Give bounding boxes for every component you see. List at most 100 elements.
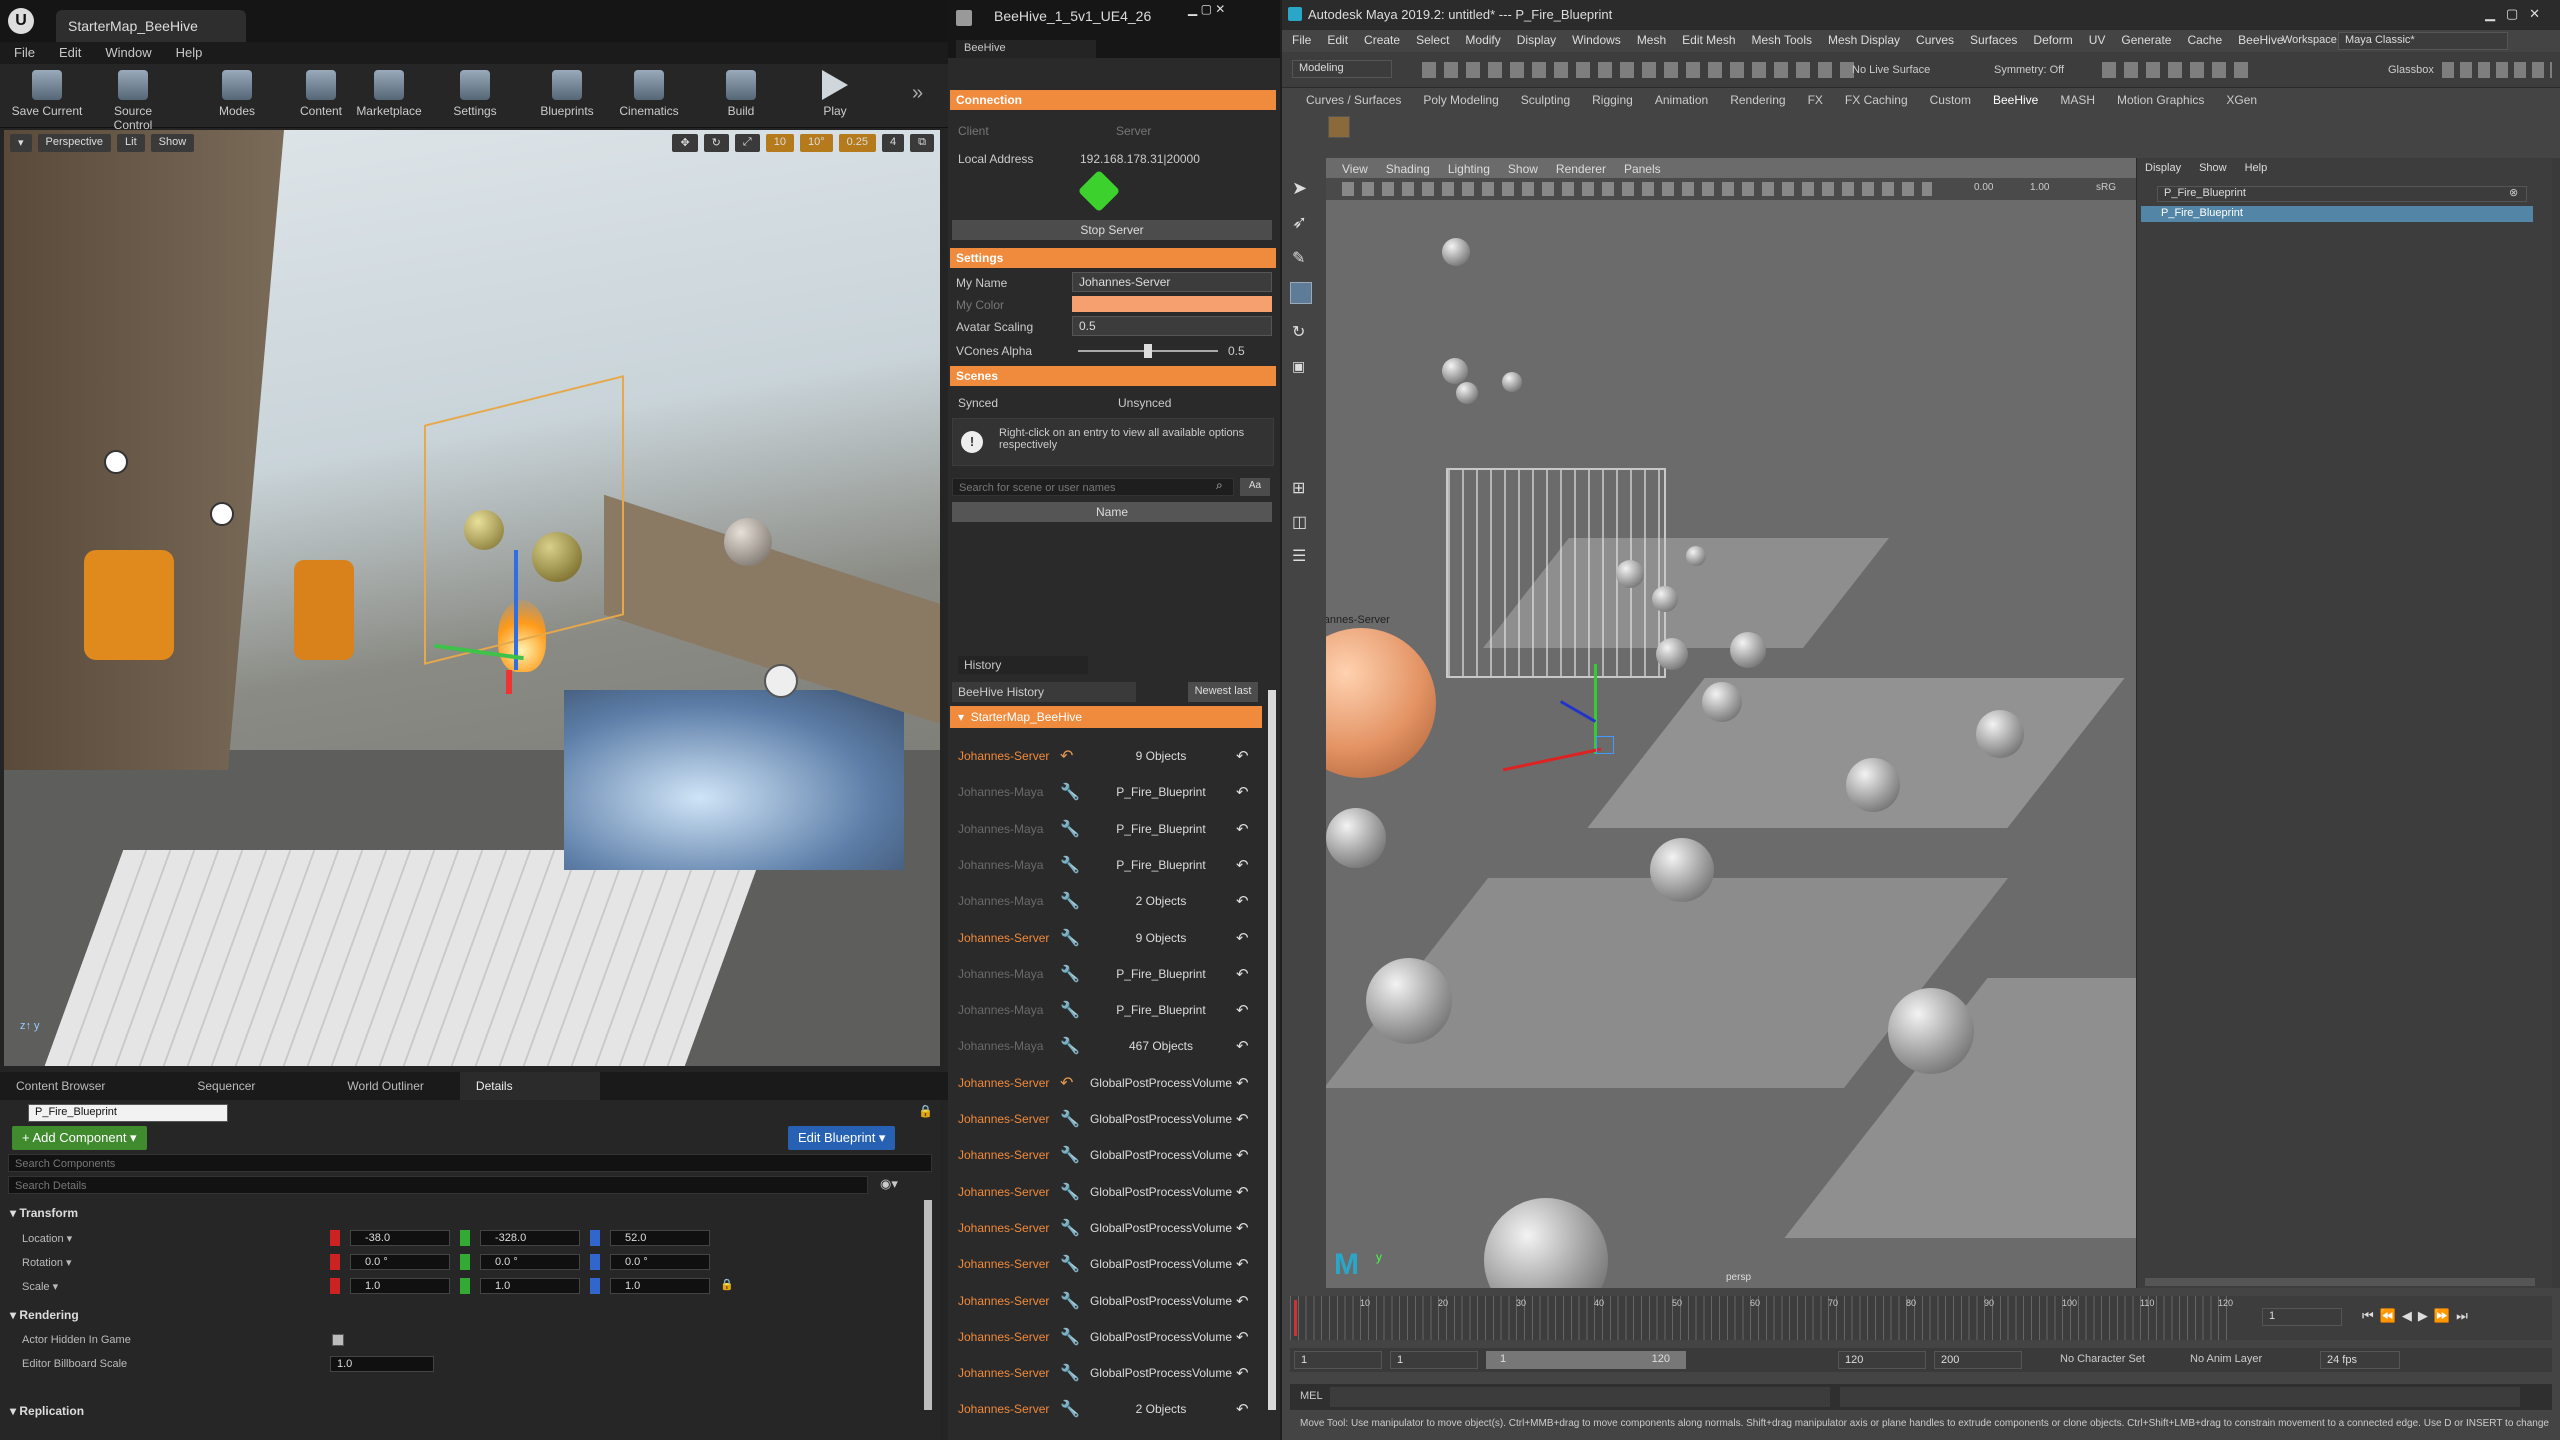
undo-icon[interactable]: ↶ [1236, 1183, 1260, 1201]
live-surface-field[interactable]: No Live Surface [1852, 64, 1930, 76]
range-end-field[interactable]: 120 [1838, 1351, 1926, 1369]
viewport-menu-item[interactable]: Shading [1386, 162, 1430, 176]
content-button[interactable]: Content [282, 64, 360, 128]
shelf-tab[interactable]: FX [1808, 93, 1823, 109]
history-row[interactable]: Johannes-Server 🔧 GlobalPostProcessVolume ↶ [950, 1101, 1260, 1137]
scale-x[interactable]: 1.0 [350, 1278, 450, 1294]
range-bar[interactable]: 1 120 [1486, 1351, 1686, 1369]
toolbar-overflow-icon[interactable]: » [912, 82, 923, 105]
history-scrollbar[interactable] [1268, 690, 1276, 1410]
history-row[interactable]: Johannes-Server 🔧 GlobalPostProcessVolume ↶ [950, 1355, 1260, 1391]
history-row[interactable]: Johannes-Server 🔧 GlobalPostProcessVolume ↶ [950, 1174, 1260, 1210]
lit-button[interactable]: Lit [117, 134, 145, 152]
maya-menu-item[interactable]: Mesh Display [1828, 33, 1900, 49]
unsynced-tab[interactable]: Unsynced [1118, 396, 1171, 410]
shelf-tab[interactable]: Rigging [1592, 93, 1633, 109]
layout-outliner-icon[interactable]: ☰ [1292, 546, 1306, 566]
search-details-input[interactable]: Search Details [8, 1176, 868, 1194]
vcones-alpha-slider[interactable] [1078, 344, 1218, 358]
status-tools-strip[interactable] [1422, 62, 1862, 78]
connection-header[interactable]: Connection [950, 90, 1276, 110]
shelf-tab[interactable]: Rendering [1730, 93, 1785, 109]
undo-icon[interactable]: ↶ [1236, 929, 1260, 947]
shelf-tab[interactable]: XGen [2226, 93, 2257, 109]
undo-icon[interactable]: ↶ [1236, 1110, 1260, 1128]
ue-menu-help[interactable]: Help [176, 45, 203, 61]
actor-hidden-checkbox[interactable] [332, 1334, 344, 1346]
maya-menu-item[interactable]: BeeHive [2238, 33, 2283, 49]
history-row[interactable]: Johannes-Server ↶ 9 Objects ↶ [950, 738, 1260, 774]
outliner-hscroll[interactable] [2145, 1278, 2535, 1286]
outliner-item-row[interactable]: P_Fire_Blueprint [2141, 206, 2533, 222]
shelf-tab[interactable]: Sculpting [1521, 93, 1570, 109]
undo-icon[interactable]: ↶ [1236, 783, 1260, 801]
undo-icon[interactable]: ↶ [1236, 1255, 1260, 1273]
rotate-mode-icon[interactable]: ↻ [703, 134, 729, 152]
fps-dropdown[interactable]: 24 fps [2320, 1351, 2400, 1369]
outliner-search-input[interactable]: P_Fire_Blueprint [2157, 186, 2527, 202]
match-case-button[interactable]: Aa [1240, 478, 1270, 496]
tab-details[interactable]: Details [459, 1072, 600, 1100]
my-name-input[interactable]: Johannes-Server [1072, 272, 1272, 292]
beehive-panel-tab[interactable]: BeeHive [956, 40, 1096, 58]
move-tool-icon[interactable] [1290, 282, 1312, 304]
undo-icon[interactable]: ↶ [1236, 1292, 1260, 1310]
history-row[interactable]: Johannes-Maya 🔧 P_Fire_Blueprint ↶ [950, 992, 1260, 1028]
outliner-clear-icon[interactable]: ⊗ [2509, 186, 2518, 199]
shelf-tab[interactable]: BeeHive [1993, 93, 2038, 109]
lock-icon[interactable]: 🔒 [918, 1104, 933, 1118]
newest-last-dropdown[interactable]: Newest last [1188, 682, 1258, 702]
camera-speed-value[interactable]: 4 [882, 134, 905, 152]
window-controls[interactable]: ▁ ▢ ✕ [1188, 2, 1225, 16]
translate-mode-icon[interactable]: ✥ [672, 134, 698, 152]
undo-icon[interactable]: ↶ [1236, 892, 1260, 910]
character-set-dropdown[interactable]: No Character Set [2060, 1353, 2145, 1365]
undo-icon[interactable]: ↶ [1236, 1146, 1260, 1164]
anim-layer-dropdown[interactable]: No Anim Layer [2190, 1353, 2262, 1365]
history-row[interactable]: Johannes-Maya 🔧 P_Fire_Blueprint ↶ [950, 956, 1260, 992]
shelf-tab[interactable]: Animation [1655, 93, 1708, 109]
panel-layout-strip[interactable] [2442, 62, 2552, 78]
glassbox-button[interactable]: Glassbox [2388, 64, 2434, 76]
vcones-alpha-handle[interactable] [1144, 344, 1152, 358]
maya-menu-item[interactable]: Generate [2121, 33, 2171, 49]
billboard-scale-field[interactable]: 1.0 [330, 1356, 434, 1372]
tab-sequencer[interactable]: Sequencer [181, 1072, 271, 1100]
history-row[interactable]: Johannes-Maya 🔧 P_Fire_Blueprint ↶ [950, 847, 1260, 883]
range-start-field[interactable]: 1 [1294, 1351, 1382, 1369]
settings-button[interactable]: Settings [436, 64, 514, 128]
marketplace-button[interactable]: Marketplace [350, 64, 428, 128]
client-label[interactable]: Client [958, 124, 989, 138]
range-inner-start-field[interactable]: 1 [1390, 1351, 1478, 1369]
ue-menu-file[interactable]: File [14, 45, 35, 61]
history-row[interactable]: Johannes-Maya 🔧 P_Fire_Blueprint ↶ [950, 811, 1260, 847]
play-button[interactable]: Play [796, 64, 874, 128]
color-space-value[interactable]: sRG [2096, 182, 2116, 193]
undo-icon[interactable]: ↶ [1236, 1364, 1260, 1382]
maya-menu-item[interactable]: Modify [1465, 33, 1500, 49]
rotation-y[interactable]: 0.0 ° [480, 1254, 580, 1270]
undo-icon[interactable]: ↶ [1236, 1037, 1260, 1055]
menu-set-dropdown[interactable]: Modeling [1292, 60, 1392, 78]
rotation-x[interactable]: 0.0 ° [350, 1254, 450, 1270]
undo-icon[interactable]: ↶ [1236, 1328, 1260, 1346]
ue-menu-window[interactable]: Window [105, 45, 151, 61]
ue-map-tab[interactable]: StarterMap_BeeHive [56, 10, 246, 42]
maya-menu-item[interactable]: File [1292, 33, 1311, 49]
location-y[interactable]: -328.0 [480, 1230, 580, 1246]
synced-tab[interactable]: Synced [958, 396, 998, 410]
name-column-header[interactable]: Name [952, 502, 1272, 522]
shelf-tab[interactable]: Curves / Surfaces [1306, 93, 1401, 109]
undo-icon[interactable]: ↶ [1236, 747, 1260, 765]
paint-tool-icon[interactable]: ✎ [1292, 248, 1305, 268]
rotation-label[interactable]: Rotation ▾ [22, 1256, 72, 1269]
history-row[interactable]: Johannes-Server ↶ GlobalPostProcessVolume ↶ [950, 1065, 1260, 1101]
viewport-menu-item[interactable]: Renderer [1556, 162, 1606, 176]
maya-menu-item[interactable]: Edit Mesh [1682, 33, 1735, 49]
shelf-icon-beehive[interactable] [1328, 116, 1350, 138]
workspace-dropdown[interactable]: Maya Classic* [2338, 32, 2508, 50]
layout-two-icon[interactable]: ◫ [1292, 512, 1307, 532]
range-max-field[interactable]: 200 [1934, 1351, 2022, 1369]
add-component-button[interactable]: + Add Component ▾ [12, 1126, 147, 1150]
stop-server-button[interactable]: Stop Server [952, 220, 1272, 240]
